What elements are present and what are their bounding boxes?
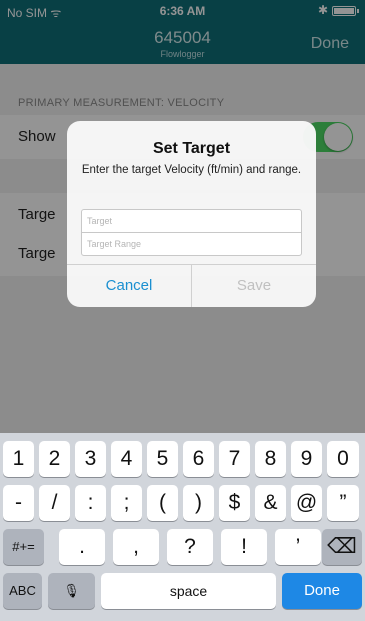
key-exclamation[interactable]: ! bbox=[221, 529, 267, 565]
key-1[interactable]: 1 bbox=[3, 441, 34, 477]
key-abc[interactable]: ABC bbox=[3, 573, 42, 609]
delete-icon[interactable]: ⌫ bbox=[322, 529, 362, 565]
key-quote[interactable]: ” bbox=[327, 485, 359, 521]
alert-message: Enter the target Velocity (ft/min) and r… bbox=[81, 164, 302, 176]
key-0[interactable]: 0 bbox=[327, 441, 359, 477]
keyboard-done-button[interactable]: Done bbox=[282, 573, 362, 609]
key-symbols-toggle[interactable]: #+= bbox=[3, 529, 44, 565]
key-slash[interactable]: / bbox=[39, 485, 70, 521]
key-2[interactable]: 2 bbox=[39, 441, 70, 477]
key-8[interactable]: 8 bbox=[255, 441, 286, 477]
key-6[interactable]: 6 bbox=[183, 441, 214, 477]
key-3[interactable]: 3 bbox=[75, 441, 106, 477]
key-ampersand[interactable]: & bbox=[255, 485, 286, 521]
key-5[interactable]: 5 bbox=[147, 441, 178, 477]
alert-button-row: Cancel Save bbox=[67, 264, 316, 307]
cancel-button[interactable]: Cancel bbox=[67, 277, 191, 294]
key-4[interactable]: 4 bbox=[111, 441, 142, 477]
key-hyphen[interactable]: - bbox=[3, 485, 34, 521]
key-apostrophe[interactable]: ’ bbox=[275, 529, 321, 565]
target-range-input[interactable]: Target Range bbox=[81, 232, 302, 256]
target-input[interactable]: Target bbox=[81, 209, 302, 233]
alert-title: Set Target bbox=[152, 140, 231, 157]
space-key[interactable]: space bbox=[101, 573, 276, 609]
key-9[interactable]: 9 bbox=[291, 441, 322, 477]
numeric-keyboard: 1 2 3 4 5 6 7 8 9 0 - / : ; ( ) $ & @ ” … bbox=[0, 433, 365, 621]
key-colon[interactable]: : bbox=[75, 485, 106, 521]
key-at[interactable]: @ bbox=[291, 485, 322, 521]
key-dollar[interactable]: $ bbox=[219, 485, 250, 521]
key-comma[interactable]: , bbox=[113, 529, 159, 565]
set-target-alert: Set Target Enter the target Velocity (ft… bbox=[67, 121, 316, 307]
save-button[interactable]: Save bbox=[192, 277, 316, 294]
key-period[interactable]: . bbox=[59, 529, 105, 565]
key-close-paren[interactable]: ) bbox=[183, 485, 214, 521]
key-7[interactable]: 7 bbox=[219, 441, 250, 477]
key-question[interactable]: ? bbox=[167, 529, 213, 565]
app-screen: PRIMARY MEASUREMENT: VELOCITY Show Targe… bbox=[0, 0, 365, 621]
key-semicolon[interactable]: ; bbox=[111, 485, 142, 521]
microphone-icon[interactable]: 🎙 bbox=[48, 573, 95, 609]
key-open-paren[interactable]: ( bbox=[147, 485, 178, 521]
